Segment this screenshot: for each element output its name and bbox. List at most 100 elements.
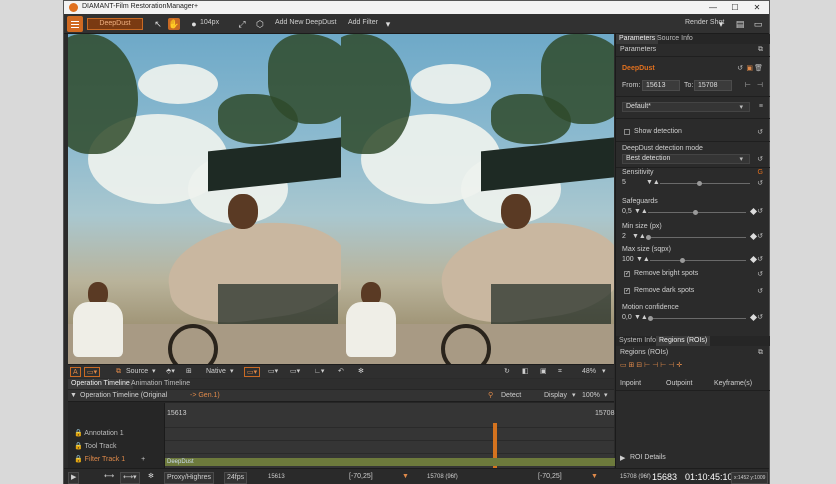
chevron-down-icon[interactable]: ▾	[739, 155, 743, 163]
settings-icon[interactable]: ✻	[148, 472, 154, 482]
safeguards-slider[interactable]	[648, 210, 746, 215]
brush-dot-icon[interactable]: ●	[188, 18, 200, 30]
reset-icon[interactable]: ↺	[757, 287, 763, 295]
marker-icon[interactable]: ▼	[591, 472, 598, 482]
roi-toolbar-icons[interactable]: ▭ ⊞ ⊟ ⊢ ⊣ ⊢ ⊣ ✛	[620, 361, 682, 369]
lock-icon[interactable]: 🔒	[74, 443, 83, 450]
tab-regions[interactable]: Regions (ROIs)	[656, 336, 711, 346]
sensitivity-g[interactable]: G	[758, 169, 763, 176]
image-viewer[interactable]	[68, 34, 614, 364]
motion-value[interactable]: 0,0	[622, 314, 632, 321]
navigator-icon[interactable]: ◧	[522, 367, 529, 377]
expand-icon[interactable]: ▶	[620, 454, 625, 462]
active-tool-tag[interactable]: DeepDust	[87, 18, 143, 30]
mode-select[interactable]: Best detection	[622, 154, 750, 164]
transform-icon[interactable]: ⤢	[236, 18, 248, 30]
view-single-icon[interactable]: ▭▾	[244, 367, 261, 377]
set-out-icon[interactable]: ⊣	[757, 81, 763, 89]
reset-icon[interactable]: ↺	[757, 232, 763, 240]
bright-spots-checkbox[interactable]: ✓	[624, 271, 630, 277]
stepper-icon[interactable]: ▼▲	[634, 208, 648, 215]
stepper-icon[interactable]: ▼▲	[646, 179, 660, 186]
display-dropdown[interactable]: Display	[544, 391, 567, 401]
keyframe-icon[interactable]	[749, 232, 758, 241]
reset-icon[interactable]: ↺	[757, 270, 763, 278]
filter-clip[interactable]: DeepDust	[165, 458, 615, 466]
menu-icon[interactable]	[67, 16, 83, 32]
reset-icon[interactable]: ↺	[757, 313, 763, 321]
ruler-icon[interactable]: ∟▾	[314, 367, 324, 377]
chevron-down-icon[interactable]: ▾	[572, 391, 576, 401]
crop-icon[interactable]: ⌗	[558, 367, 562, 377]
set-in-icon[interactable]: ⊢	[745, 81, 751, 89]
play-button[interactable]: ▶	[68, 472, 80, 484]
chevron-down-icon[interactable]: ▾	[604, 391, 608, 401]
chevron-down-icon[interactable]: ▾	[739, 103, 743, 111]
reset-icon[interactable]: ↺	[737, 64, 743, 72]
timeline-area[interactable]: 15613 15708 DeepDust	[164, 403, 615, 474]
tab-source-info[interactable]: Source Info	[654, 34, 696, 44]
track-filter[interactable]: 🔒 Filter Track 1 +	[68, 453, 164, 466]
to-field[interactable]: 15708	[694, 80, 732, 91]
stepper-icon[interactable]: ▼▲	[636, 256, 650, 263]
dark-spots-checkbox[interactable]: ✓	[624, 288, 630, 294]
reset-icon[interactable]: ↺	[757, 155, 763, 163]
brush-size[interactable]: 104px	[200, 19, 219, 26]
keyframe-icon[interactable]	[749, 313, 758, 322]
loop-icon[interactable]: ⟷	[104, 472, 114, 482]
minimize-icon[interactable]: —	[702, 1, 724, 14]
range-icon[interactable]: ⟷▾	[120, 472, 140, 484]
undo-icon[interactable]: ↶	[338, 367, 344, 377]
safeguards-value[interactable]: 0,5	[622, 208, 632, 215]
pointer-icon[interactable]: ↖	[152, 18, 164, 30]
maxsize-slider[interactable]	[650, 258, 746, 263]
grid-icon[interactable]: ⊞	[186, 367, 192, 377]
settings-icon[interactable]: ✻	[358, 367, 364, 377]
roi-details[interactable]: ROI Details	[630, 454, 666, 461]
keyframe-icon[interactable]	[749, 207, 758, 216]
maximize-icon[interactable]: ☐	[724, 1, 746, 14]
list-icon[interactable]: ≡	[759, 103, 763, 110]
add-filter-dropdown[interactable]: Add Filter	[348, 19, 378, 26]
reset-icon[interactable]: ↺	[757, 128, 763, 136]
detect-label[interactable]: Detect	[501, 391, 521, 401]
chevron-down-icon[interactable]: ▾	[715, 18, 727, 30]
popout-icon[interactable]: ⧉	[758, 349, 763, 357]
chevron-down-icon[interactable]: ▾	[382, 18, 394, 30]
shape-icon[interactable]: ⬡	[254, 18, 266, 30]
tab-animation-timeline[interactable]: Animation Timeline	[128, 379, 193, 389]
sensitivity-slider[interactable]	[660, 181, 750, 186]
reset-icon[interactable]: ↺	[757, 207, 763, 215]
lock-icon[interactable]: 🔒	[74, 456, 83, 463]
reset-icon[interactable]: ↺	[757, 179, 763, 187]
chevron-down-icon[interactable]: ▾	[230, 367, 234, 377]
track-annotation[interactable]: 🔒 Annotation 1	[68, 427, 164, 440]
stepper-icon[interactable]: ▼▲	[634, 314, 648, 321]
collapse-icon[interactable]: ▼	[70, 391, 77, 401]
rotate-icon[interactable]: ↻	[504, 367, 510, 377]
trash-icon[interactable]: 🗑	[754, 64, 763, 72]
scale-dropdown[interactable]: Native	[206, 367, 226, 377]
source-dropdown[interactable]: Source	[126, 367, 148, 377]
chevron-down-icon[interactable]: ▾	[152, 367, 156, 377]
chevron-down-icon[interactable]: ▾	[602, 367, 606, 377]
minsize-slider[interactable]	[646, 235, 746, 240]
marker-icon[interactable]: ▼	[402, 472, 409, 482]
add-icon[interactable]: +	[141, 456, 145, 463]
tag-icon[interactable]: ⬘▾	[166, 367, 175, 377]
layout-icon[interactable]: ▤	[734, 18, 746, 30]
close-icon[interactable]: ✕	[746, 1, 768, 14]
stepper-icon[interactable]: ▼▲	[632, 233, 646, 240]
tab-system-info[interactable]: System Info	[616, 336, 659, 346]
keyframe-icon[interactable]	[749, 255, 758, 264]
fps-dropdown[interactable]: 24fps	[224, 472, 248, 484]
compare-mode-icon[interactable]: ▭▾	[84, 367, 101, 377]
lock-icon[interactable]: 🔒	[74, 430, 83, 437]
add-new-button[interactable]: Add New DeepDust	[275, 19, 336, 26]
from-field[interactable]: 15613	[642, 80, 680, 91]
view-split-icon[interactable]: ▭▾	[268, 367, 278, 377]
fit-icon[interactable]: ▣	[540, 367, 547, 377]
pin-icon[interactable]: ⚲	[488, 391, 493, 401]
timeline-zoom[interactable]: 100%	[582, 391, 600, 401]
reset-icon[interactable]: ↺	[757, 255, 763, 263]
